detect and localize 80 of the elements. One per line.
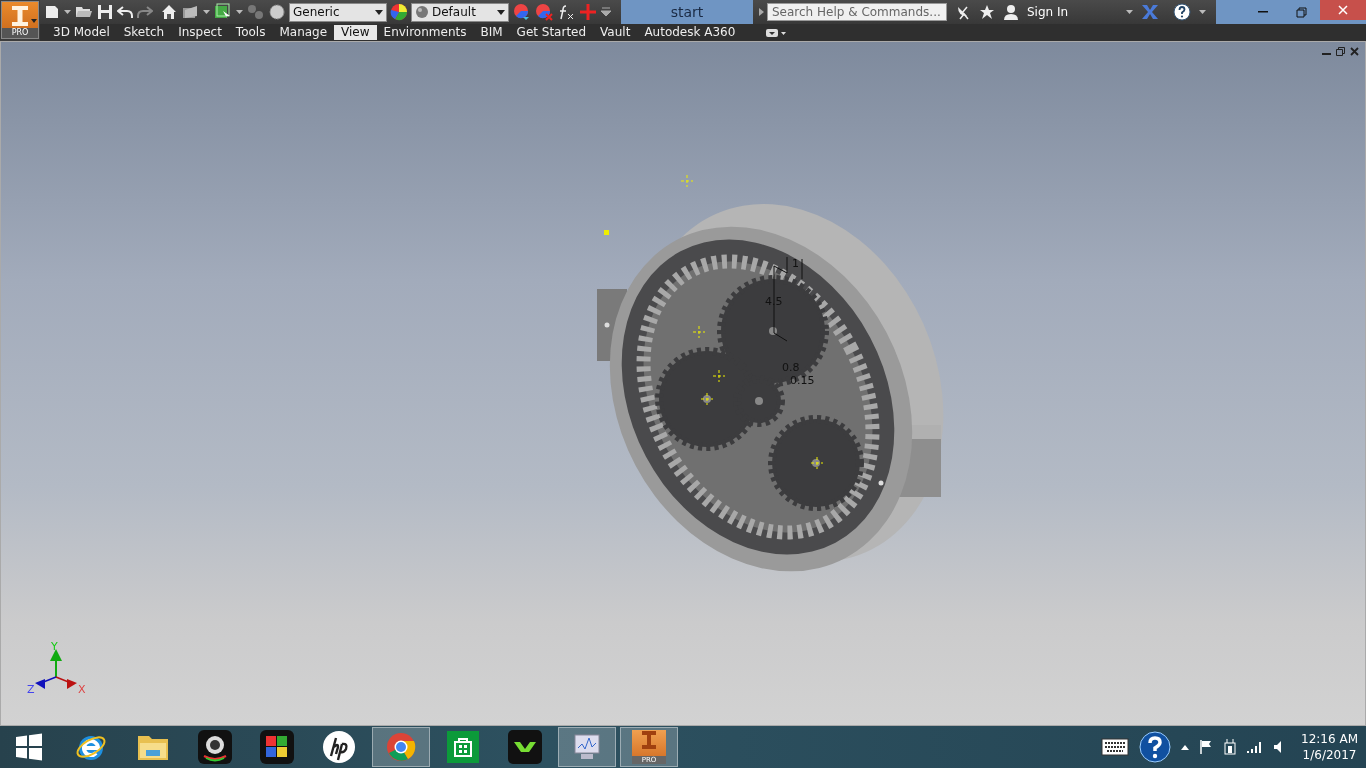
appearance-dropdown[interactable]: Generic (289, 2, 387, 22)
close-icon[interactable] (1350, 47, 1359, 56)
logo-icon[interactable] (11, 5, 29, 27)
ribbon-tab[interactable]: View (334, 25, 377, 40)
show-hidden-icons-icon[interactable] (1181, 744, 1190, 750)
customize-menu-icon[interactable] (601, 7, 611, 17)
ribbon-tab[interactable]: BIM (473, 25, 510, 40)
caret-icon[interactable] (1199, 10, 1207, 14)
app-menu-button[interactable]: PRO (1, 1, 39, 39)
select-icon[interactable] (214, 3, 232, 21)
logo-icon (640, 730, 658, 750)
work-point-marker[interactable] (712, 369, 726, 383)
dimension-label: 1 (792, 257, 799, 270)
save-icon[interactable] (97, 4, 113, 20)
caret-icon[interactable] (375, 9, 383, 15)
color-wheel-icon[interactable] (390, 3, 408, 21)
clock-date: 1/6/2017 (1302, 747, 1357, 763)
adjust-appearance-icon[interactable] (513, 3, 531, 21)
caret-icon[interactable] (497, 9, 505, 15)
axis-label: X (78, 683, 86, 696)
ribbon-tab[interactable]: Autodesk A360 (637, 25, 743, 40)
expand-arrow-icon[interactable] (759, 8, 764, 16)
signal-icon[interactable] (1247, 740, 1264, 754)
axis-label: Z (27, 683, 35, 696)
gearbox-model-drawing[interactable] (597, 204, 944, 572)
store-bag-icon (447, 731, 479, 763)
chrome-icon (386, 732, 416, 762)
star-icon[interactable] (979, 4, 995, 20)
ribbon-tab[interactable]: Tools (228, 25, 273, 40)
search-field[interactable]: Search Help & Commands... (767, 3, 947, 21)
sign-in-link[interactable]: Sign In (1027, 5, 1069, 19)
home-icon[interactable] (161, 4, 177, 20)
new-file-icon[interactable] (44, 4, 60, 20)
caret-icon[interactable] (64, 10, 71, 14)
undo-icon[interactable] (117, 5, 133, 19)
help-icon[interactable] (1173, 3, 1192, 21)
function-icon[interactable] (557, 4, 575, 20)
panel-toggle-icon[interactable] (766, 28, 787, 37)
components-icon (247, 4, 265, 20)
ribbon-tab[interactable]: Environments (376, 25, 474, 40)
restore-icon[interactable] (1336, 47, 1345, 56)
speaker-icon[interactable] (1273, 740, 1284, 754)
xda-logo-icon (508, 730, 542, 764)
work-point-marker[interactable] (700, 392, 714, 406)
clock[interactable]: 12:16 AM 1/6/2017 (1301, 731, 1358, 763)
flag-icon[interactable] (1199, 739, 1214, 755)
x-logo-icon[interactable] (1141, 4, 1160, 20)
work-point-marker[interactable] (680, 174, 694, 188)
window-title: start (621, 0, 753, 24)
keyboard-icon[interactable] (1101, 738, 1130, 756)
open-folder-icon[interactable] (75, 4, 93, 20)
work-point-marker[interactable] (692, 325, 706, 339)
puzzle-icon (260, 730, 294, 764)
ribbon-tab[interactable]: Inspect (171, 25, 229, 40)
work-point-marker[interactable] (604, 230, 609, 235)
monitor-chart-icon (571, 732, 603, 762)
ribbon-tab[interactable]: 3D Model (46, 25, 117, 40)
satellite-dish-icon[interactable] (955, 4, 971, 20)
battery-icon[interactable] (1223, 739, 1238, 755)
clock-time: 12:16 AM (1301, 731, 1358, 747)
hp-logo-icon (322, 730, 356, 764)
windows-logo-icon (15, 733, 43, 761)
ribbon-tab[interactable]: Manage (272, 25, 335, 40)
work-point-marker[interactable] (810, 456, 824, 470)
webcam-icon (198, 730, 232, 764)
sphere-mesh-icon[interactable] (269, 4, 285, 20)
axis-label: Y (51, 640, 58, 653)
caret-icon[interactable] (1126, 10, 1134, 14)
axis-triad-drawing (35, 649, 77, 689)
restore-icon[interactable] (1295, 6, 1307, 18)
update-icon[interactable] (181, 4, 199, 20)
user-icon[interactable] (1003, 4, 1019, 20)
ribbon-tab[interactable]: Vault (593, 25, 638, 40)
ribbon-tab[interactable]: Get Started (509, 25, 594, 40)
ribbon-tab[interactable]: Sketch (116, 25, 172, 40)
caret-icon[interactable] (203, 10, 210, 14)
dimension-label: 0.15 (790, 374, 815, 387)
sphere-icon (415, 5, 429, 19)
caret-icon[interactable] (236, 10, 243, 14)
material-dropdown[interactable]: Default (411, 2, 509, 22)
